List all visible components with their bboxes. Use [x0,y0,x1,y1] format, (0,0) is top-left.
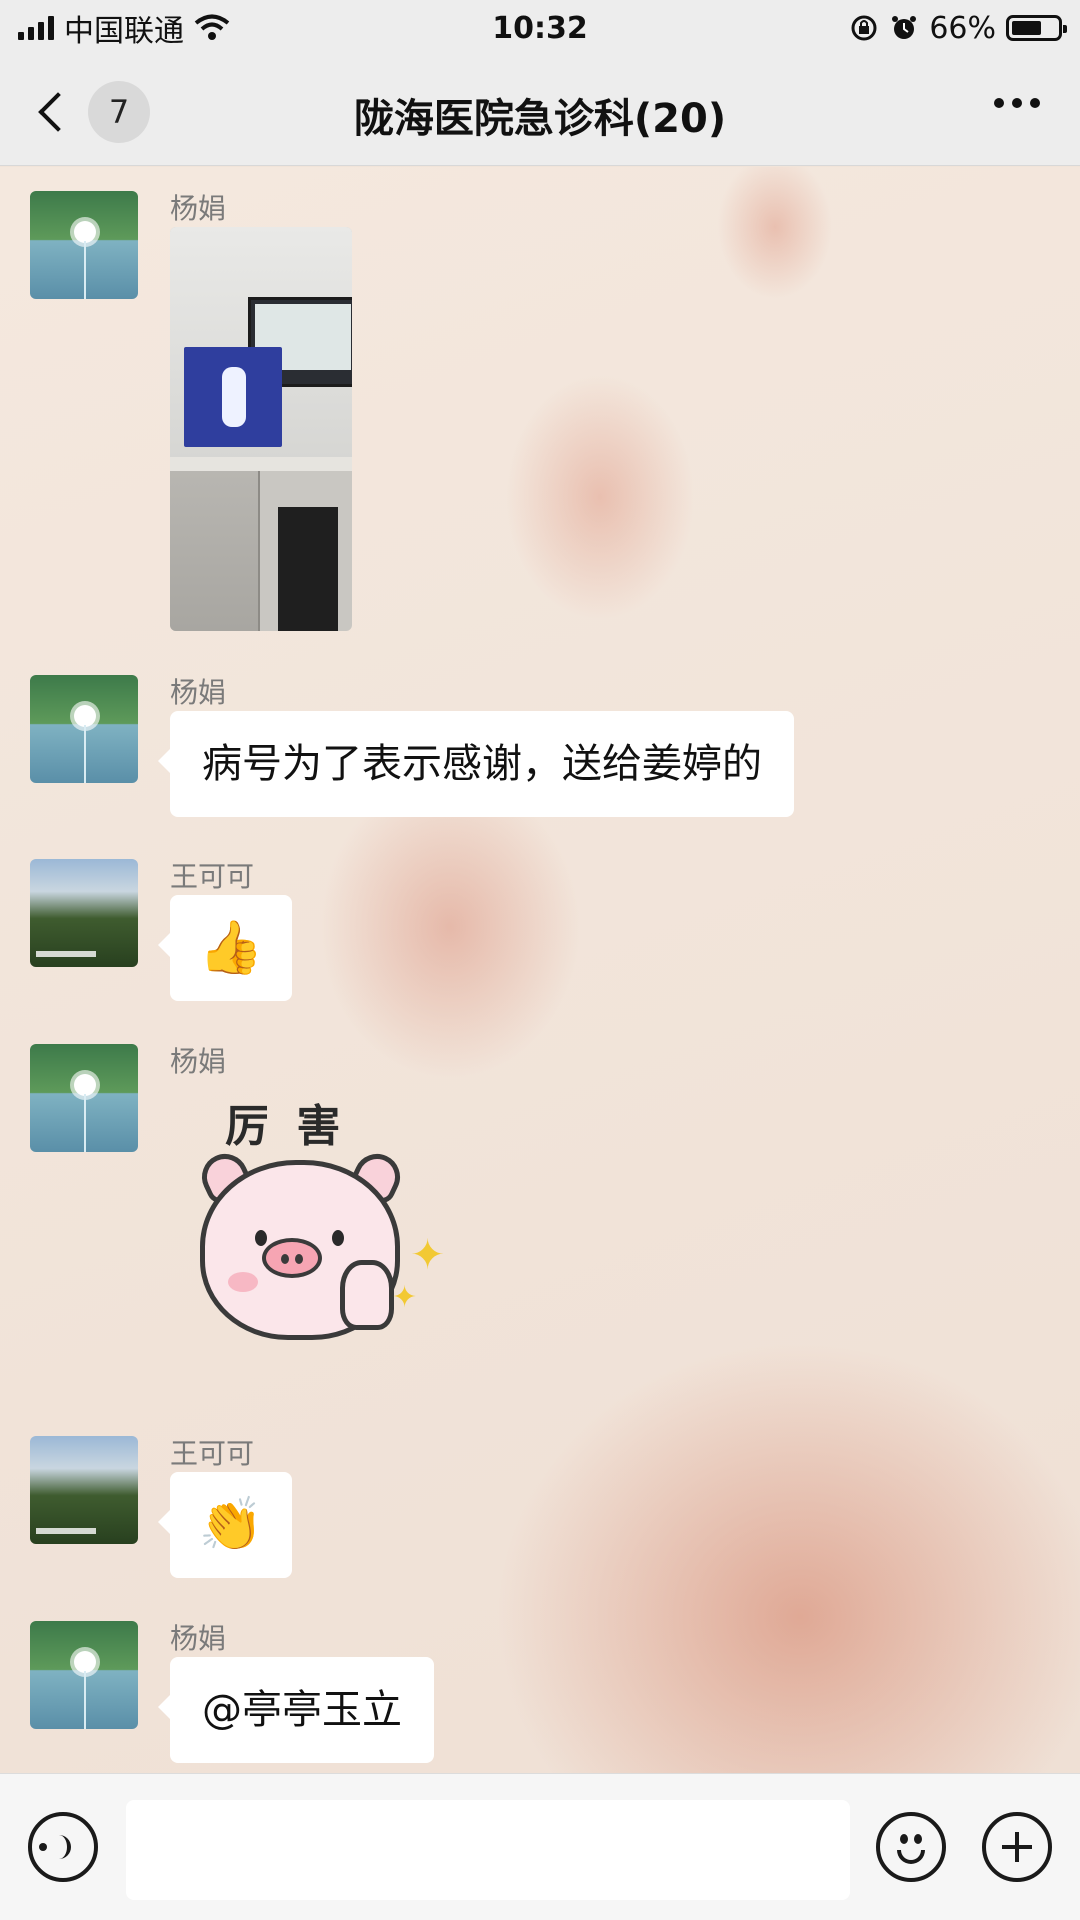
avatar[interactable] [30,1621,138,1729]
carrier-label: 中国联通 [64,14,184,49]
sender-name: 杨娟 [170,1622,227,1655]
avatar[interactable] [30,1044,138,1152]
battery-icon [1006,15,1067,41]
message-list[interactable]: 杨娟 杨娟 病号为了表示感谢，送给姜婷的 王可可 👍 杨娟 厉 害 ✦ ✦ 王可… [0,167,1080,1773]
message-input[interactable] [126,1800,850,1900]
avatar[interactable] [30,859,138,967]
message-item: 王可可 👍 [30,859,1050,1009]
unread-badge: 7 [88,81,150,143]
emoji-icon [880,1816,942,1878]
sender-name: 杨娟 [170,192,227,225]
status-left: 中国联通 [18,6,230,50]
clap-emoji-bubble[interactable]: 👏 [158,1472,292,1578]
sender-name: 杨娟 [170,1045,227,1078]
input-bar [0,1773,1080,1920]
thumbs-up-emoji-bubble[interactable]: 👍 [158,895,292,1001]
emoji-button[interactable] [876,1812,946,1882]
pig-sticker[interactable]: 厉 害 ✦ ✦ [170,1080,490,1380]
chat-header: 7 陇海医院急诊科(20) [0,56,1080,166]
voice-button[interactable] [28,1812,98,1882]
alarm-icon [892,16,917,39]
sender-name: 王可可 [170,1437,255,1470]
wifi-icon [194,14,230,40]
avatar[interactable] [30,675,138,783]
sender-name: 杨娟 [170,676,227,709]
more-icon[interactable] [994,98,1040,108]
message-item: 王可可 👏 [30,1436,1050,1586]
sender-name: 王可可 [170,860,255,893]
message-item: 杨娟 厉 害 ✦ ✦ [30,1044,1050,1384]
chevron-left-icon [38,92,78,132]
rotation-lock-icon [851,15,877,41]
avatar[interactable] [30,191,138,299]
battery-percent: 66% [929,10,996,46]
status-bar: 中国联通 10:32 66% [0,0,1080,56]
text-bubble[interactable]: 病号为了表示感谢，送给姜婷的 [158,711,794,817]
signal-icon [18,16,54,40]
message-item: 杨娟 [30,191,1050,661]
sticker-caption: 厉 害 [225,1101,347,1152]
text-bubble[interactable]: @亭亭玉立 [158,1657,434,1763]
image-message[interactable] [170,227,352,631]
avatar[interactable] [30,1436,138,1544]
message-item: 杨娟 病号为了表示感谢，送给姜婷的 [30,675,1050,825]
message-item: 杨娟 @亭亭玉立 [30,1621,1050,1771]
status-right: 66% [849,10,1067,46]
voice-icon [39,1835,71,1859]
plus-icon [986,1816,1048,1878]
plus-button[interactable] [982,1812,1052,1882]
back-button[interactable]: 7 [28,81,178,143]
